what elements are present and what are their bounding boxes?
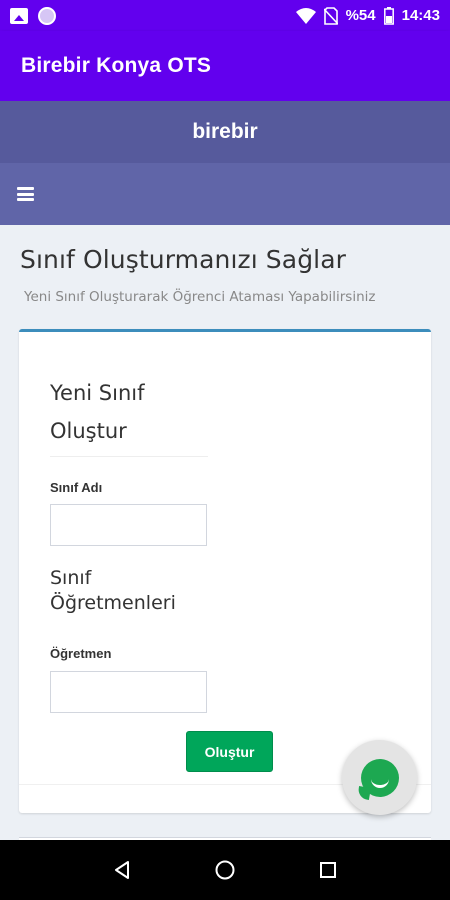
recents-icon[interactable] — [313, 855, 343, 885]
chat-icon — [360, 758, 399, 797]
form-title: Yeni Sınıf Oluştur — [50, 374, 208, 457]
back-icon[interactable] — [107, 855, 137, 885]
battery-percent: %54 — [345, 7, 376, 24]
class-name-input[interactable] — [50, 504, 207, 546]
wifi-icon — [295, 7, 316, 24]
circle-icon — [38, 6, 56, 25]
battery-icon — [383, 6, 394, 25]
create-button[interactable]: Oluştur — [186, 731, 273, 772]
teacher-label: Öğretmen — [50, 646, 112, 661]
no-sim-icon — [323, 6, 338, 25]
status-bar: %54 14:43 — [0, 0, 450, 31]
image-icon — [10, 7, 28, 24]
app-bar: Birebir Konya OTS — [0, 31, 450, 101]
clock: 14:43 — [401, 7, 440, 24]
class-name-label: Sınıf Adı — [50, 480, 103, 495]
teachers-section-title: Sınıf Öğretmenleri — [50, 567, 176, 614]
app-title: Birebir Konya OTS — [21, 54, 212, 77]
chat-button[interactable] — [342, 740, 417, 815]
nav-bar — [0, 163, 450, 225]
brand-logo-text[interactable]: birebir — [192, 120, 257, 144]
hamburger-icon[interactable] — [17, 187, 34, 201]
teacher-input[interactable] — [50, 671, 207, 713]
home-icon[interactable] — [210, 855, 240, 885]
page-title: Sınıf Oluşturmanızı Sağlar — [20, 245, 347, 274]
page-subtitle: Yeni Sınıf Oluşturarak Öğrenci Ataması Y… — [24, 289, 376, 305]
brand-bar: birebir — [0, 101, 450, 163]
system-nav-bar — [0, 840, 450, 900]
